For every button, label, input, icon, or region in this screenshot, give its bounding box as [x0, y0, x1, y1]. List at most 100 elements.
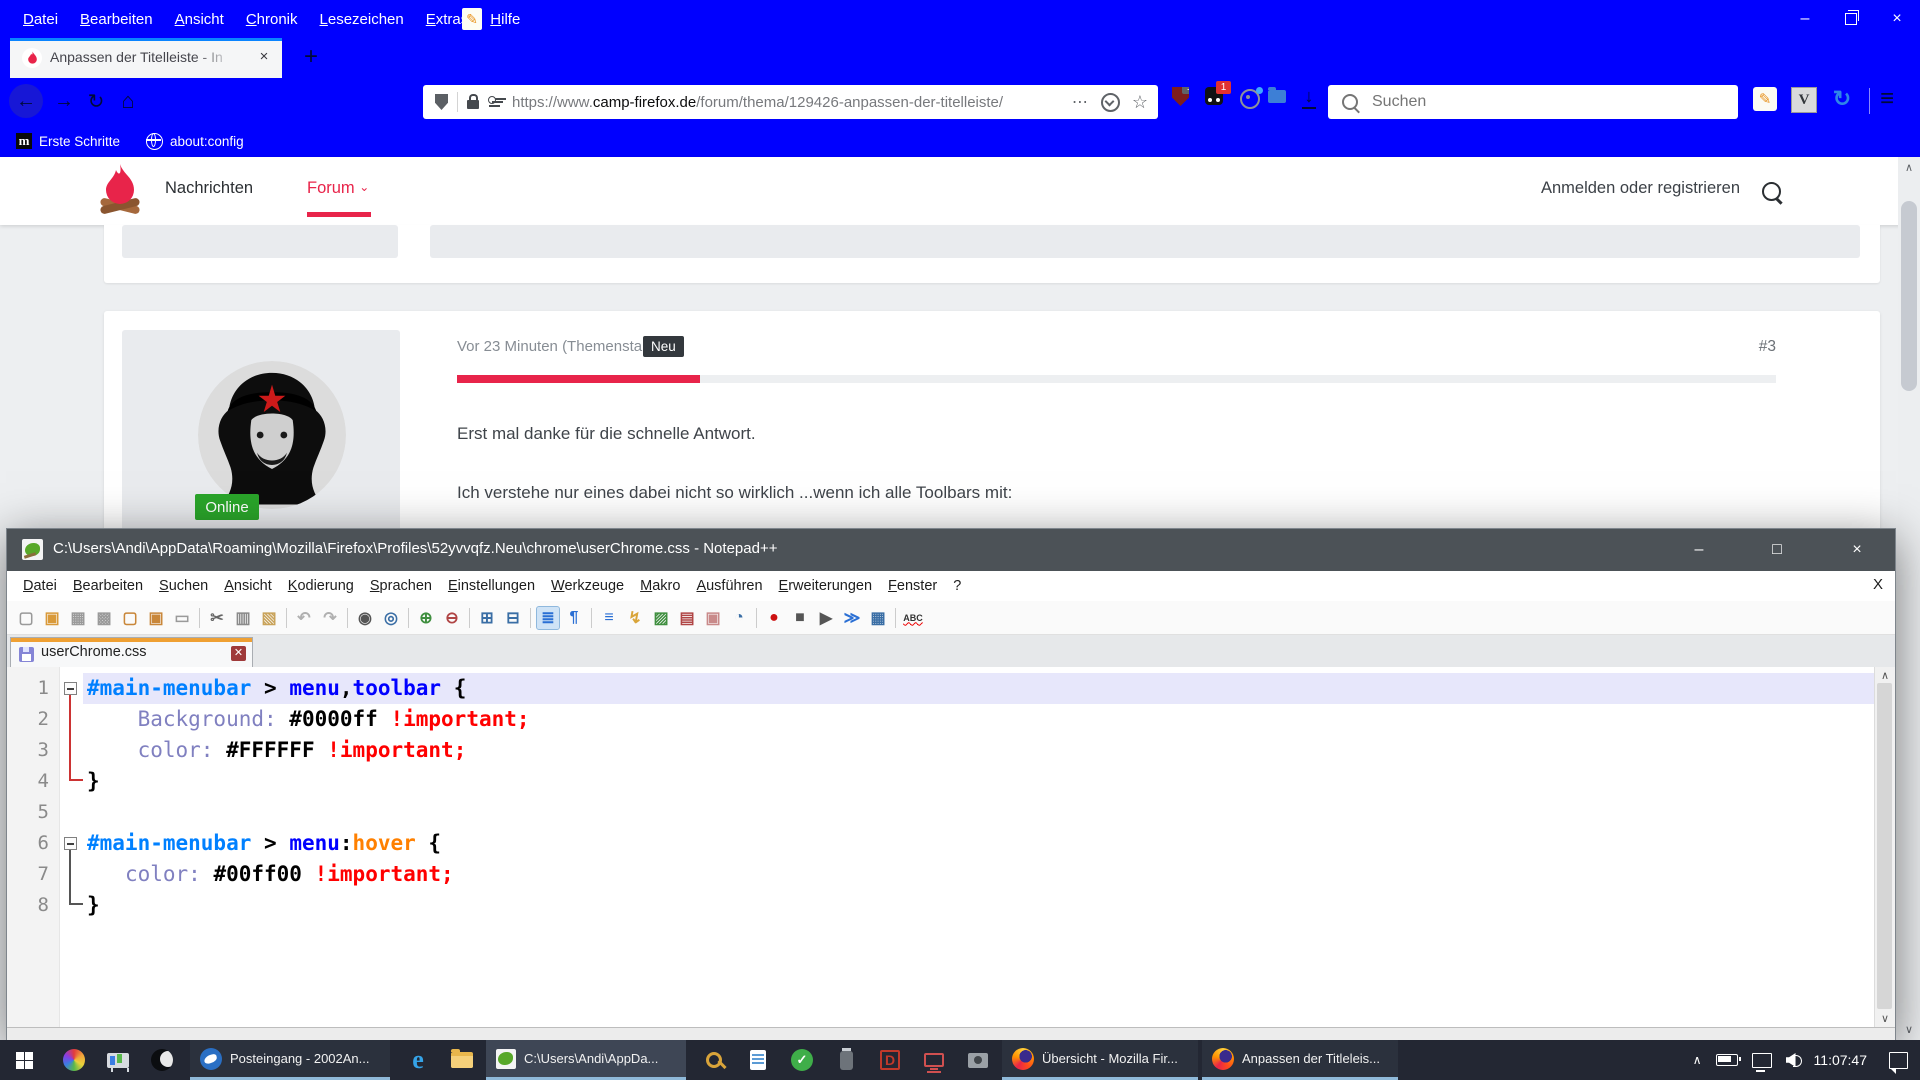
fold-marker-line6[interactable] [64, 837, 77, 850]
action-center-icon[interactable] [1889, 1052, 1908, 1069]
npp-menu-makro[interactable]: Makro [632, 575, 688, 597]
post-number[interactable]: #3 [1759, 338, 1776, 356]
forward-button[interactable]: → [47, 84, 81, 118]
document-switcher-icon[interactable]: ▤ [676, 607, 698, 629]
code-line-1[interactable]: #main-menubar > menu,toolbar { [7, 673, 1875, 704]
folder-as-workspace-icon[interactable]: ▣ [702, 607, 724, 629]
print-icon[interactable]: ▭ [171, 607, 193, 629]
taskbar-dark-circle-app-icon[interactable] [140, 1040, 184, 1080]
cut-icon[interactable]: ✂ [206, 607, 228, 629]
taskbar-camera-icon[interactable] [956, 1040, 1000, 1080]
browser-tab[interactable]: Anpassen der Titelleiste - In × [10, 38, 282, 78]
word-wrap-icon[interactable]: ≣ [537, 607, 559, 629]
undo-icon[interactable]: ↶ [293, 607, 315, 629]
macro-run-multiple-icon[interactable]: ≫ [841, 607, 863, 629]
taskbar-edge-icon[interactable]: e [396, 1040, 440, 1080]
reload-button[interactable]: ↻ [79, 84, 113, 118]
minimize-button[interactable]: – [1782, 0, 1828, 38]
npp-menu-werkzeuge[interactable]: Werkzeuge [543, 575, 632, 597]
taskbar-thunderbird-button[interactable]: Posteingang - 2002An... [190, 1040, 390, 1080]
macro-save-icon[interactable]: ▦ [867, 607, 889, 629]
npp-close-button[interactable]: × [1832, 529, 1882, 571]
post-timestamp[interactable]: Vor 23 Minuten (Themenstarter) [457, 338, 670, 355]
search-bar[interactable]: Suchen [1328, 85, 1738, 119]
macro-play-icon[interactable]: ▶ [815, 607, 837, 629]
document-tab-close-icon[interactable]: ✕ [231, 646, 246, 661]
npp-menu-kodierung[interactable]: Kodierung [280, 575, 362, 597]
zoom-out-icon[interactable]: ⊖ [441, 607, 463, 629]
editor-scroll-up-icon[interactable]: ∧ [1875, 669, 1895, 682]
spell-check-icon[interactable]: ABC [902, 607, 924, 629]
scroll-up-icon[interactable]: ∧ [1898, 161, 1920, 174]
code-line-7[interactable]: color: #00ff00 !important; [7, 859, 1875, 890]
campfire-logo[interactable] [92, 162, 148, 220]
folder-extension-icon[interactable] [1268, 90, 1286, 103]
tab-close-icon[interactable]: × [254, 48, 274, 65]
sync-horizontal-icon[interactable]: ⊟ [502, 607, 524, 629]
tracking-protection-shield-icon[interactable] [435, 94, 448, 110]
clock[interactable]: 11:07:47 [1814, 1052, 1867, 1068]
bookmark-star-icon[interactable]: ☆ [1132, 94, 1148, 110]
page-scrollbar[interactable]: ∧ ∨ [1898, 157, 1920, 1040]
url-bar[interactable]: https://www.camp-firefox.de/forum/thema/… [423, 85, 1158, 119]
taskbar-presentation-app-icon[interactable] [96, 1040, 140, 1080]
v-extension-icon[interactable]: V [1791, 87, 1817, 113]
copy-icon[interactable]: ▥ [232, 607, 254, 629]
editor-scrollbar[interactable]: ∧ ∨ [1874, 667, 1895, 1027]
replace-icon[interactable]: ◎ [380, 607, 402, 629]
back-button[interactable]: ← [9, 84, 43, 118]
editor-scrollbar-thumb[interactable] [1877, 683, 1892, 1009]
editor-scroll-down-icon[interactable]: ∨ [1875, 1012, 1895, 1025]
code-line-8[interactable]: } [7, 890, 1875, 921]
taskbar-pinwheel-app-icon[interactable] [52, 1040, 96, 1080]
scroll-down-icon[interactable]: ∨ [1898, 1023, 1920, 1036]
site-permissions-icon[interactable] [488, 95, 502, 109]
file-monitoring-icon[interactable]: ◔ [728, 607, 750, 629]
home-button[interactable]: ⌂ [111, 84, 145, 118]
downloads-icon[interactable]: ↓ [1300, 86, 1318, 107]
save-icon[interactable]: ▦ [67, 607, 89, 629]
close-button[interactable]: × [1874, 0, 1920, 38]
npp-menu-fenster[interactable]: Fenster [880, 575, 945, 597]
taskbar-notepadpp-button[interactable]: C:\Users\Andi\AppDa... [486, 1040, 686, 1080]
function-list-icon[interactable]: ↯ [624, 607, 646, 629]
zoom-in-icon[interactable]: ⊕ [415, 607, 437, 629]
firefox-menu-datei[interactable]: Datei [14, 7, 67, 32]
firefox-menu-lesezeichen[interactable]: Lesezeichen [311, 7, 413, 32]
document-map-icon[interactable]: ▨ [650, 607, 672, 629]
code-line-2[interactable]: Background: #0000ff !important; [7, 704, 1875, 735]
save-all-icon[interactable]: ▩ [93, 607, 115, 629]
npp-menu-bearbeiten[interactable]: Bearbeiten [65, 575, 151, 597]
ublock-extension-icon[interactable]: 1 [1172, 87, 1189, 106]
npp-maximize-button[interactable]: □ [1752, 529, 1802, 571]
sync-vertical-icon[interactable]: ⊞ [476, 607, 498, 629]
new-tab-button[interactable]: + [296, 44, 326, 72]
firefox-menu-chronik[interactable]: Chronik [237, 7, 307, 32]
restore-button[interactable] [1828, 0, 1874, 38]
privacy-extension-icon[interactable]: 1 [1205, 87, 1223, 105]
npp-minimize-button[interactable]: – [1674, 529, 1724, 571]
nav-forum[interactable]: Forum ⌄ [307, 179, 369, 198]
taskbar-firefox-button-anpassen[interactable]: Anpassen der Titleleis... [1202, 1040, 1398, 1080]
npp-menu-ausf-hren[interactable]: Ausführen [688, 575, 770, 597]
taskbar-notes-app-icon[interactable] [736, 1040, 780, 1080]
npp-menu-einstellungen[interactable]: Einstellungen [440, 575, 543, 597]
forum-search-icon[interactable] [1762, 182, 1781, 201]
open-icon[interactable]: ▣ [41, 607, 63, 629]
find-icon[interactable]: ◉ [354, 607, 376, 629]
macro-record-icon[interactable]: ● [763, 607, 785, 629]
fold-marker-line1[interactable] [64, 682, 77, 695]
battery-icon[interactable] [1716, 1054, 1738, 1066]
page-actions-icon[interactable]: ⋯ [1072, 92, 1089, 112]
firefox-menu-hilfe[interactable]: Hilfe [481, 7, 529, 32]
taskbar-explorer-icon[interactable] [440, 1040, 484, 1080]
code-line-4[interactable]: } [7, 766, 1875, 797]
notepadpp-titlebar[interactable]: C:\Users\Andi\AppData\Roaming\Mozilla\Fi… [7, 529, 1895, 571]
network-monitor-icon[interactable] [1752, 1053, 1772, 1068]
npp-menu-erweiterungen[interactable]: Erweiterungen [771, 575, 881, 597]
npp-menu-suchen[interactable]: Suchen [151, 575, 216, 597]
avatar[interactable] [198, 361, 346, 509]
code-line-5[interactable] [7, 797, 1875, 828]
webcam-extension-icon[interactable] [1240, 89, 1260, 109]
close-all-icon[interactable]: ▣ [145, 607, 167, 629]
